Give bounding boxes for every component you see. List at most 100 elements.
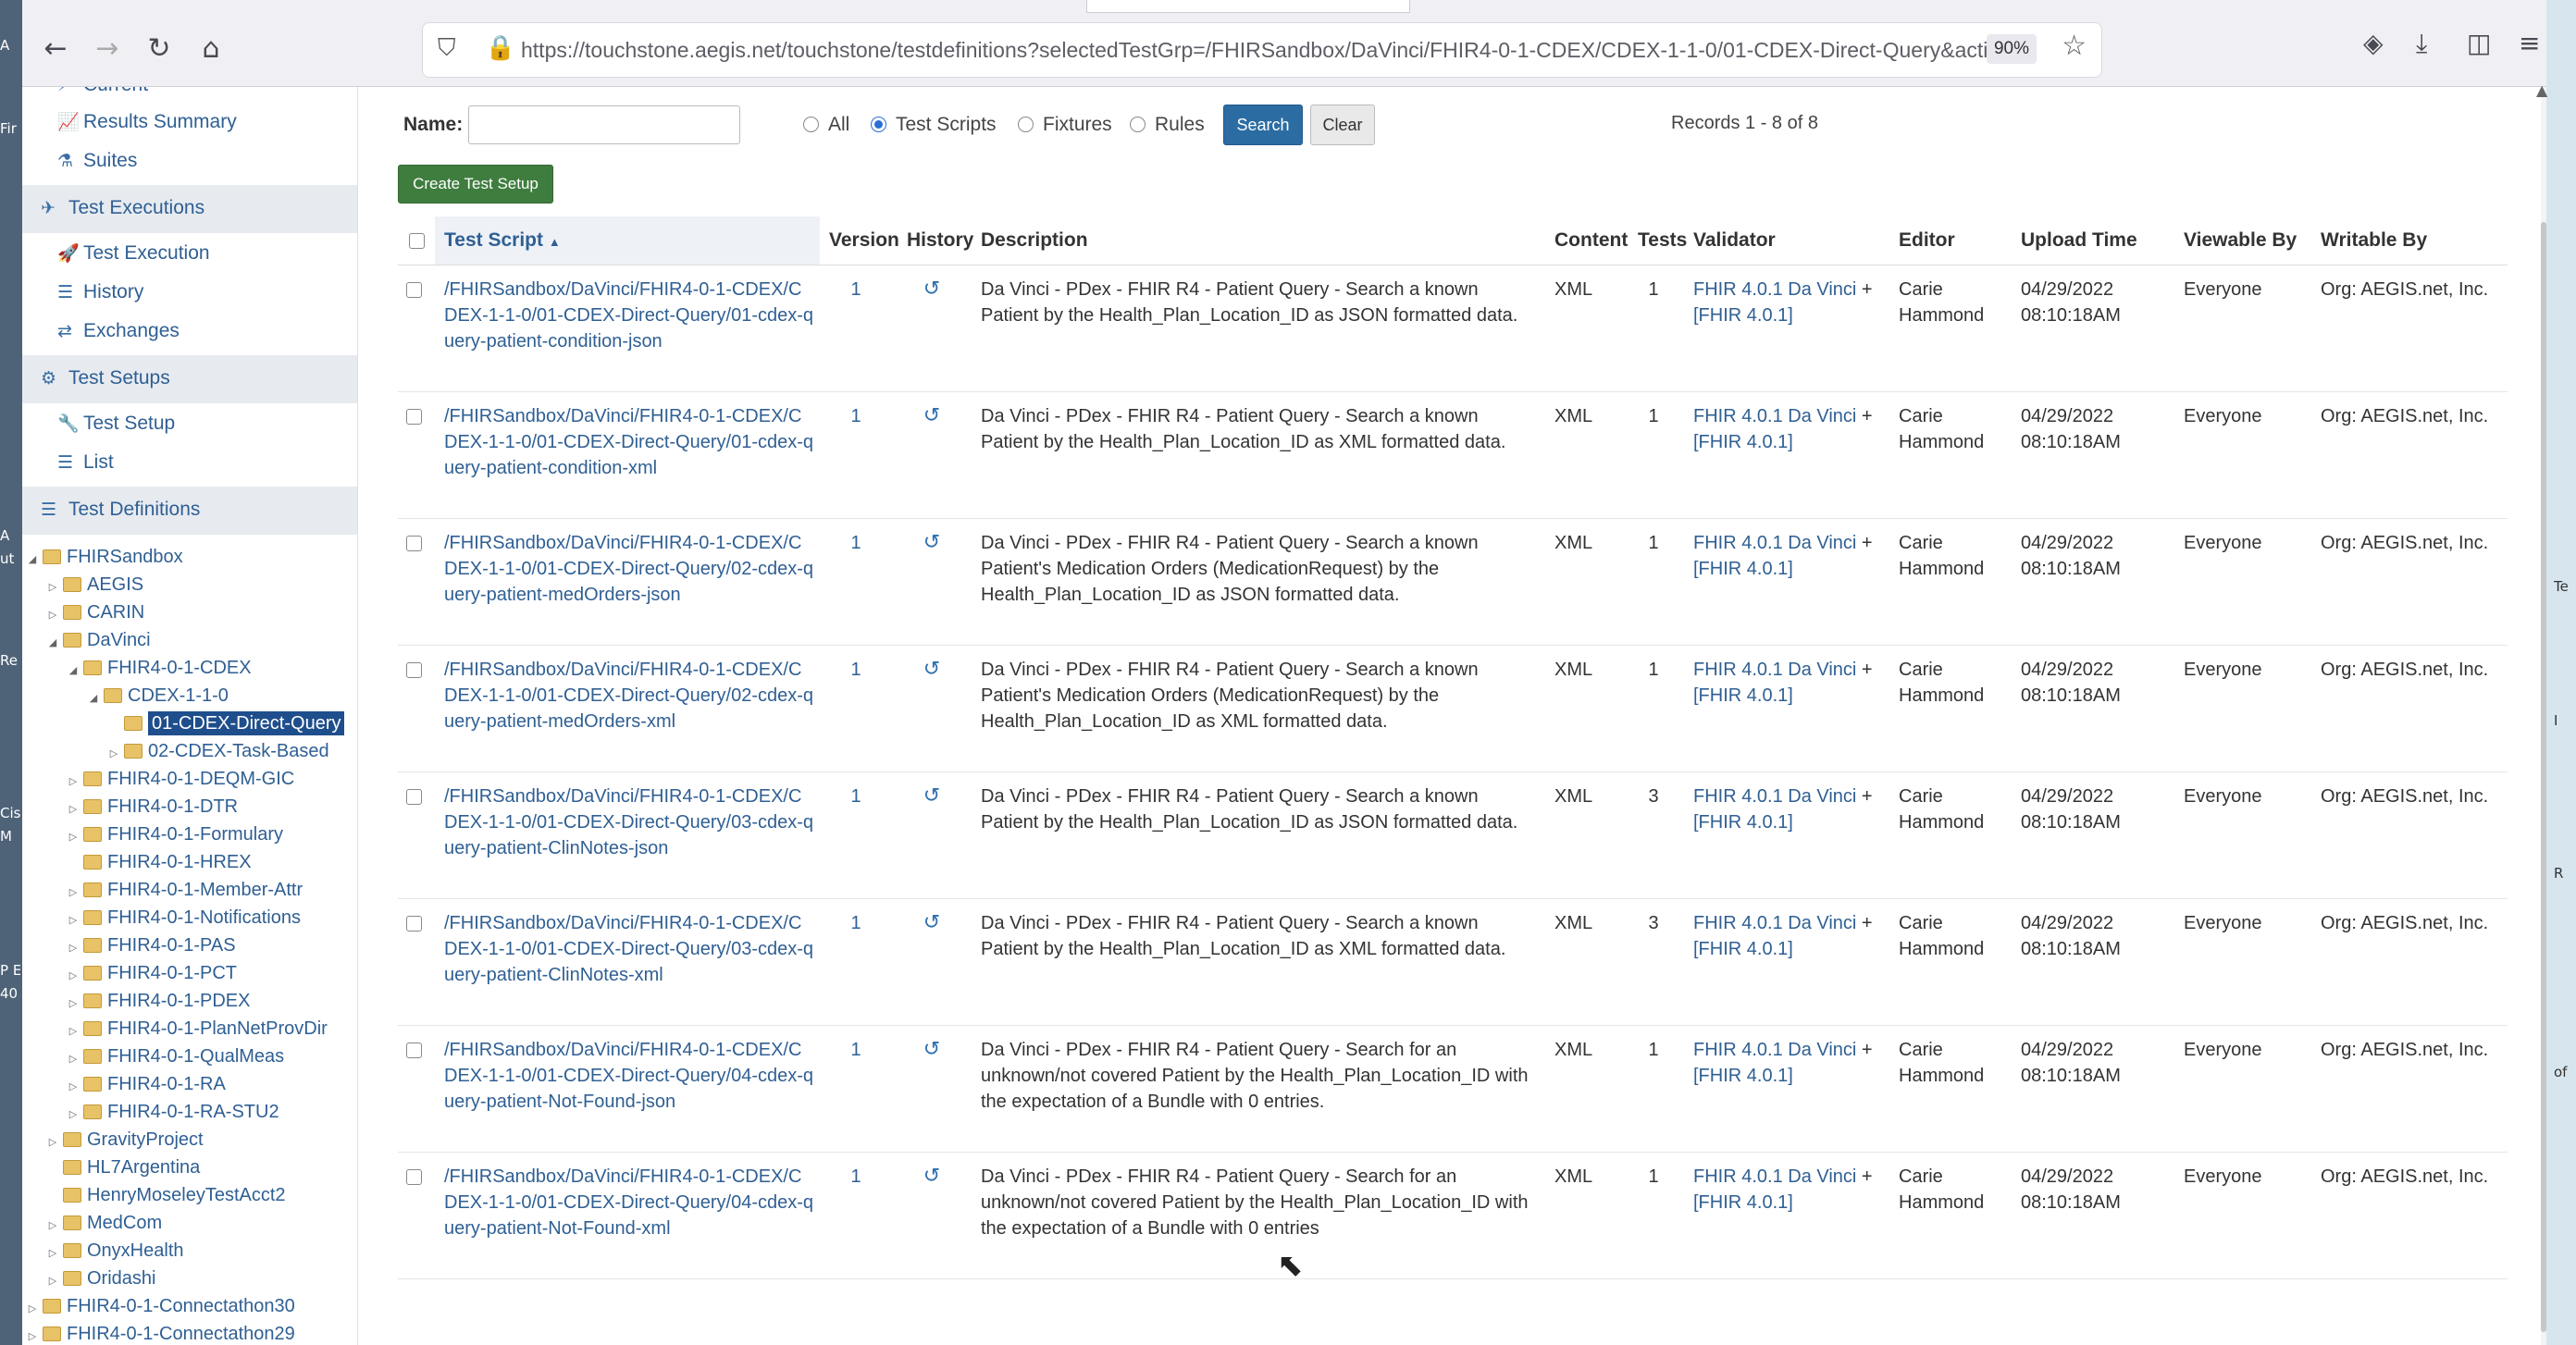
expand-toggle-icon[interactable]: ▷ [22, 1296, 43, 1322]
expand-toggle-icon[interactable]: ▷ [22, 1324, 43, 1345]
pocket-icon[interactable]: ◈ [2363, 28, 2384, 58]
tree-node[interactable]: ▷ FHIR4-0-1-PCT [63, 960, 237, 986]
radio-fixtures[interactable]: Fixtures [1018, 114, 1112, 136]
expand-toggle-icon[interactable]: ▷ [63, 796, 83, 822]
tree-node[interactable]: ▷ FHIR4-0-1-Connectathon30 [22, 1293, 295, 1319]
validator-link[interactable]: FHIR 4.0.1 Da Vinci [1693, 279, 1856, 300]
expand-toggle-icon[interactable]: ▷ [43, 1268, 63, 1294]
expand-toggle-icon[interactable]: ▷ [63, 935, 83, 961]
expand-toggle-icon[interactable]: ▷ [63, 880, 83, 906]
expand-toggle-icon[interactable]: ▷ [63, 1102, 83, 1128]
tree-node[interactable]: ▷ MedCom [43, 1210, 162, 1236]
tree-node[interactable]: ▷ Oridashi [43, 1265, 156, 1294]
version-link[interactable]: 1 [820, 771, 898, 899]
sidebar-item-exchanges[interactable]: ⇄ Exchanges [57, 320, 180, 342]
expand-toggle-icon[interactable]: ▷ [63, 1018, 83, 1044]
expand-toggle-icon[interactable]: ▷ [63, 769, 83, 795]
radio-button[interactable] [1018, 117, 1034, 132]
expand-toggle-icon[interactable]: ▷ [43, 1240, 63, 1266]
tree-node[interactable]: ▷ FHIR4-0-1-PlanNetProvDir [63, 1016, 328, 1042]
tree-node[interactable]: ▷ FHIR4-0-1-Connectathon29 [22, 1321, 295, 1345]
version-link[interactable]: 1 [820, 518, 898, 646]
sidebar-toggle-icon[interactable]: ◫ [2467, 28, 2491, 58]
header-description[interactable]: Description [972, 216, 1545, 265]
tree-node[interactable]: ▷ FHIR4-0-1-RA [63, 1071, 226, 1097]
tree-node[interactable]: ◢ FHIR4-0-1-CDEX [63, 655, 252, 681]
validator-base-link[interactable]: [FHIR 4.0.1] [1693, 812, 1793, 833]
expand-toggle-icon[interactable]: ◢ [83, 685, 104, 711]
row-checkbox[interactable] [405, 408, 422, 425]
row-checkbox[interactable] [405, 915, 422, 932]
expand-toggle-icon[interactable]: ◢ [43, 630, 63, 656]
validator-link[interactable]: FHIR 4.0.1 Da Vinci [1693, 1166, 1856, 1187]
tree-node[interactable]: ◢ FHIRSandbox [22, 544, 183, 570]
version-link[interactable]: 1 [820, 265, 898, 392]
radio-button-selected[interactable] [871, 117, 886, 132]
zoom-level-badge[interactable]: 90% [1986, 34, 2037, 64]
download-icon[interactable]: ⤓ [2416, 28, 2427, 59]
test-script-link[interactable]: /FHIRSandbox/DaVinci/FHIR4-0-1-CDEX/CDEX… [435, 771, 820, 899]
history-icon[interactable]: ↺ [923, 278, 940, 301]
expand-toggle-icon[interactable]: ◢ [63, 658, 83, 684]
validator-base-link[interactable]: [FHIR 4.0.1] [1693, 1192, 1793, 1213]
create-test-setup-button[interactable]: Create Test Setup [398, 165, 553, 204]
validator-link[interactable]: FHIR 4.0.1 Da Vinci [1693, 533, 1856, 553]
sidebar-section-test-definitions[interactable]: ☰ Test Definitions [22, 487, 357, 535]
tree-node[interactable]: ▷ FHIR4-0-1-PDEX [63, 988, 251, 1017]
sidebar-item-results-summary[interactable]: 📈 Results Summary [57, 111, 237, 133]
menu-icon[interactable]: ≡ [2519, 28, 2540, 58]
tree-node[interactable]: ▷ FHIR4-0-1-Formulary [63, 821, 283, 847]
row-checkbox[interactable] [405, 788, 422, 805]
reload-icon[interactable]: ↻ [139, 28, 180, 68]
tree-node[interactable]: ▷ GravityProject [43, 1127, 204, 1153]
clear-button[interactable]: Clear [1310, 105, 1375, 145]
header-content[interactable]: Content [1545, 216, 1629, 265]
row-checkbox[interactable] [405, 1168, 422, 1185]
sidebar-item-test-execution[interactable]: 🚀 Test Execution [57, 242, 210, 265]
tree-node[interactable]: ▷ AEGIS [43, 572, 143, 598]
header-writable-by[interactable]: Writable By [2311, 216, 2508, 265]
home-icon[interactable]: ⌂ [191, 28, 231, 68]
history-icon[interactable]: ↺ [923, 911, 940, 934]
test-script-link[interactable]: /FHIRSandbox/DaVinci/FHIR4-0-1-CDEX/CDEX… [435, 391, 820, 519]
validator-base-link[interactable]: [FHIR 4.0.1] [1693, 305, 1793, 326]
validator-link[interactable]: FHIR 4.0.1 Da Vinci [1693, 660, 1856, 680]
expand-toggle-icon[interactable]: ▷ [43, 574, 63, 600]
version-link[interactable]: 1 [820, 898, 898, 1026]
tree-node[interactable]: ▷ CARIN [43, 599, 144, 625]
sidebar-section-test-executions[interactable]: ✈ Test Executions [22, 185, 357, 233]
expand-toggle-icon[interactable]: ▷ [63, 991, 83, 1017]
row-checkbox[interactable] [405, 535, 422, 551]
header-viewable-by[interactable]: Viewable By [2174, 216, 2311, 265]
expand-toggle-icon[interactable]: ▷ [43, 602, 63, 628]
tree-node[interactable]: ▷ FHIR4-0-1-DTR [63, 794, 238, 820]
validator-link[interactable]: FHIR 4.0.1 Da Vinci [1693, 1040, 1856, 1060]
row-checkbox[interactable] [405, 1042, 422, 1058]
back-icon[interactable]: ← [35, 28, 76, 68]
validator-link[interactable]: FHIR 4.0.1 Da Vinci [1693, 406, 1856, 426]
search-button[interactable]: Search [1223, 105, 1303, 145]
history-icon[interactable]: ↺ [923, 784, 940, 808]
validator-link[interactable]: FHIR 4.0.1 Da Vinci [1693, 913, 1856, 933]
tree-node[interactable]: HL7Argentina [63, 1154, 200, 1180]
tree-node[interactable]: FHIR4-0-1-HREX [83, 849, 252, 875]
header-upload-time[interactable]: Upload Time [2012, 216, 2174, 265]
test-script-link[interactable]: /FHIRSandbox/DaVinci/FHIR4-0-1-CDEX/CDEX… [435, 1025, 820, 1153]
sidebar-item-list[interactable]: ☰ List [57, 451, 114, 474]
validator-base-link[interactable]: [FHIR 4.0.1] [1693, 939, 1793, 959]
header-test-script[interactable]: Test Script ▲ [435, 216, 820, 265]
expand-toggle-icon[interactable]: ▷ [63, 1074, 83, 1100]
sidebar-item-test-setup[interactable]: 🔧 Test Setup [57, 413, 175, 435]
radio-rules[interactable]: Rules [1130, 114, 1205, 136]
sidebar-item-history[interactable]: ☰ History [57, 281, 143, 303]
header-history[interactable]: History [898, 216, 973, 265]
tree-node[interactable]: ▷ FHIR4-0-1-RA-STU2 [63, 1099, 279, 1125]
version-link[interactable]: 1 [820, 645, 898, 772]
validator-link[interactable]: FHIR 4.0.1 Da Vinci [1693, 786, 1856, 807]
page-scrollbar-thumb[interactable] [2541, 222, 2546, 1332]
header-tests[interactable]: Tests [1629, 216, 1687, 265]
address-bar[interactable]: ⛉ 🔒 https://touchstone.aegis.net/touchst… [422, 22, 2102, 78]
tree-node[interactable]: ▷ FHIR4-0-1-PAS [63, 932, 236, 958]
radio-button[interactable] [1130, 117, 1146, 132]
expand-toggle-icon[interactable]: ▷ [43, 1129, 63, 1155]
